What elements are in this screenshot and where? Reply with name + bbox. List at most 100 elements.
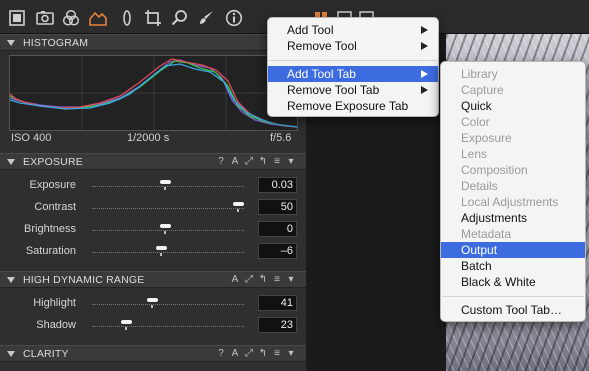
slider-default-tick — [164, 187, 166, 190]
brush-icon[interactable] — [198, 9, 216, 27]
slider-track[interactable] — [92, 208, 244, 209]
camera-icon[interactable] — [36, 9, 54, 27]
slider-label: Saturation — [25, 245, 76, 257]
submenu-item-library: Library — [461, 67, 498, 81]
help-icon[interactable]: ? — [214, 348, 228, 359]
menu-item-add-tool-tab[interactable]: Add Tool Tab — [268, 66, 438, 82]
help-icon[interactable]: ? — [214, 156, 228, 167]
slider-track[interactable] — [92, 326, 244, 327]
magnifier-icon[interactable] — [171, 9, 189, 27]
histogram-title: HISTOGRAM — [23, 37, 89, 49]
slider-track[interactable] — [92, 304, 244, 305]
presets-menu-icon[interactable]: ≡ — [270, 348, 284, 359]
library-icon[interactable] — [8, 9, 26, 27]
expand-icon[interactable]: ⤢ — [242, 274, 256, 285]
slider-thumb[interactable] — [146, 298, 158, 302]
submenu-item-metadata: Metadata — [461, 227, 512, 241]
submenu-item-composition: Composition — [461, 163, 528, 177]
collapse-triangle-icon[interactable] — [7, 159, 15, 165]
slider-thumb[interactable] — [160, 224, 171, 228]
menu-item-remove-exposure-tab[interactable]: Remove Exposure Tab — [268, 98, 438, 114]
reset-icon[interactable]: ↰ — [256, 348, 270, 359]
slider-default-tick — [124, 327, 127, 330]
collapse-triangle-icon[interactable] — [7, 277, 15, 283]
exposure-title: EXPOSURE — [23, 156, 83, 168]
submenu-item-lens: Lens — [461, 147, 488, 161]
slider-track[interactable] — [92, 230, 244, 231]
clarity-header-controls: ? A ⤢ ↰ ≡ ▾ — [214, 348, 298, 359]
slider-default-tick — [159, 253, 162, 256]
value-field[interactable]: 41 — [258, 295, 297, 311]
tool-panel: HISTOGRAM ISO 400 1/2000 s f/5.6 EXPOSUR… — [0, 34, 306, 371]
slider-default-tick — [164, 231, 166, 234]
submenu-item-batch[interactable]: Batch — [441, 258, 585, 274]
exposure-row: Saturation –6 — [0, 242, 306, 264]
reset-icon[interactable]: ↰ — [256, 274, 270, 285]
info-icon[interactable] — [225, 9, 243, 27]
submenu-item-exposure: Exposure — [461, 131, 512, 145]
exposure-header-controls: ? A ⤢ ↰ ≡ ▾ — [214, 156, 298, 167]
submenu-item-custom-tool-tab[interactable]: Custom Tool Tab… — [441, 302, 585, 318]
lens-icon[interactable] — [118, 9, 136, 27]
value-field[interactable]: 0.03 — [258, 177, 297, 193]
submenu-item-local-adjustments: Local Adjustments — [461, 195, 559, 209]
slider-default-tick — [237, 209, 239, 212]
slider-label: Contrast — [34, 201, 76, 213]
slider-label: Brightness — [24, 223, 76, 235]
clarity-header[interactable]: CLARITY ? A ⤢ ↰ ≡ ▾ — [0, 345, 306, 362]
submenu-arrow-icon — [421, 86, 428, 94]
slider-track[interactable] — [92, 252, 244, 253]
submenu-item-black-white[interactable]: Black & White — [441, 274, 585, 290]
collapse-triangle-icon[interactable] — [7, 351, 15, 357]
hdr-title: HIGH DYNAMIC RANGE — [23, 274, 145, 286]
presets-menu-icon[interactable]: ≡ — [270, 274, 284, 285]
submenu-item-quick[interactable]: Quick — [441, 98, 585, 114]
menu-item-label: Remove Exposure Tab — [287, 99, 409, 113]
slider-thumb[interactable] — [160, 180, 171, 184]
submenu-item-output[interactable]: Output — [441, 242, 585, 258]
dropdown-icon[interactable]: ▾ — [284, 348, 298, 359]
expand-icon[interactable]: ⤢ — [242, 348, 256, 359]
slider-default-tick — [150, 305, 153, 308]
slider-label: Exposure — [29, 179, 76, 191]
auto-icon[interactable]: A — [228, 156, 242, 167]
expand-icon[interactable]: ⤢ — [242, 156, 256, 167]
slider-thumb[interactable] — [233, 202, 244, 206]
value-field[interactable]: 0 — [258, 221, 297, 237]
submenu-item-color: Color — [461, 115, 490, 129]
submenu-item-adjustments[interactable]: Adjustments — [441, 210, 585, 226]
aperture-value: f/5.6 — [270, 132, 292, 144]
auto-icon[interactable]: A — [228, 274, 242, 285]
slider-label: Highlight — [33, 297, 76, 309]
histogram-graph — [9, 55, 298, 131]
presets-menu-icon[interactable]: ≡ — [270, 156, 284, 167]
reset-icon[interactable]: ↰ — [256, 156, 270, 167]
crop-icon[interactable] — [144, 9, 162, 27]
slider-thumb[interactable] — [120, 320, 132, 324]
submenu-item-capture: Capture — [461, 83, 504, 97]
color-icon[interactable] — [62, 9, 80, 27]
menu-item-label: Remove Tool — [287, 39, 357, 53]
submenu-arrow-icon — [421, 70, 428, 78]
dropdown-icon[interactable]: ▾ — [284, 156, 298, 167]
value-field[interactable]: 50 — [258, 199, 297, 215]
menu-item-remove-tool[interactable]: Remove Tool — [268, 38, 438, 54]
exposure-header[interactable]: EXPOSURE ? A ⤢ ↰ ≡ ▾ — [0, 153, 306, 170]
slider-thumb[interactable] — [155, 246, 167, 250]
hdr-header[interactable]: HIGH DYNAMIC RANGE A ⤢ ↰ ≡ ▾ — [0, 271, 306, 288]
auto-icon[interactable]: A — [228, 348, 242, 359]
value-field[interactable]: –6 — [258, 243, 297, 259]
exposure-row: Brightness 0 — [0, 220, 306, 242]
exposure-row: Contrast 50 — [0, 198, 306, 220]
collapse-triangle-icon[interactable] — [7, 40, 15, 46]
dropdown-icon[interactable]: ▾ — [284, 274, 298, 285]
value-field[interactable]: 23 — [258, 317, 297, 333]
clarity-title: CLARITY — [23, 348, 69, 360]
slider-track[interactable] — [92, 186, 244, 187]
exposure-tab-icon[interactable] — [89, 9, 107, 27]
menu-item-label: Remove Tool Tab — [287, 83, 380, 97]
menu-item-add-tool[interactable]: Add Tool — [268, 22, 438, 38]
slider-label: Shadow — [36, 319, 76, 331]
menu-item-remove-tool-tab[interactable]: Remove Tool Tab — [268, 82, 438, 98]
histogram-header[interactable]: HISTOGRAM — [0, 34, 306, 51]
